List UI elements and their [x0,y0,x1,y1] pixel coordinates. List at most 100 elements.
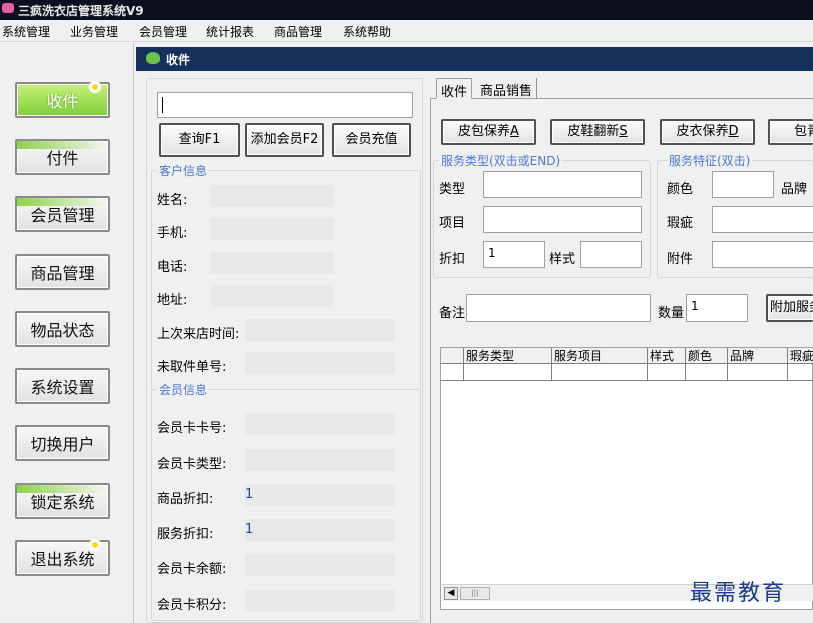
sidebar-item-item-status[interactable]: 物品状态 [15,311,110,347]
card-points-field[interactable] [245,590,395,612]
row-cell-divider [647,364,648,381]
quantity-label: 数量 [658,306,685,321]
sidebar-item-label: 退出系统 [30,550,95,569]
service-grid[interactable]: 服务类型 服务项目 样式 颜色 品牌 瑕疵 [440,347,813,610]
menu-business[interactable]: 业务管理 [70,23,118,40]
card-type-label: 会员卡类型: [157,457,227,472]
column-service-item[interactable]: 服务项目 [551,348,647,364]
button-shortcut: D [728,124,739,139]
add-member-button[interactable]: 添加会员F2 [245,123,324,157]
address-field[interactable] [210,285,334,307]
sidebar-item-member-management[interactable]: 会员管理 [15,196,110,232]
attachment-input[interactable] [712,241,813,268]
grass-decoration [17,141,108,149]
grid-header: 服务类型 服务项目 样式 颜色 品牌 瑕疵 [441,348,813,364]
menu-system[interactable]: 系统管理 [2,23,50,40]
type-input[interactable] [483,171,642,198]
quantity-input[interactable]: 1 [686,294,748,322]
tab-goods-sales[interactable]: 商品销售 [476,78,538,99]
flaw-input[interactable] [712,206,813,233]
leather-bag-care-button[interactable]: 皮包保养A [441,119,536,145]
mobile-field[interactable] [210,218,334,240]
column-style[interactable]: 样式 [647,348,685,364]
goods-discount-label: 商品折扣: [157,492,214,507]
column-color[interactable]: 颜色 [685,348,727,364]
address-label: 地址: [157,293,188,308]
grass-decoration [17,485,108,493]
button-label: 皮鞋翻新 [567,124,620,139]
query-button[interactable]: 查询F1 [159,123,240,157]
sidebar-item-goods-management[interactable]: 商品管理 [15,254,110,290]
bag-service-button[interactable]: 包青 [768,119,813,145]
phone-label: 电话: [157,260,188,275]
panel-title: 收件 [166,53,191,67]
discount-input[interactable]: 1 [483,241,545,268]
card-balance-field[interactable] [245,554,395,576]
customer-info-title: 客户信息 [157,162,210,179]
table-row[interactable] [441,364,813,381]
sidebar-item-lock-system[interactable]: 锁定系统 [15,483,110,519]
row-cell-divider [787,364,788,381]
leather-coat-care-button[interactable]: 皮衣保养D [660,119,755,145]
button-shortcut: A [510,124,519,139]
window-title: 三疯洗衣店管理系统V9 [18,4,144,18]
type-label: 类型 [439,182,466,197]
card-type-field[interactable] [245,449,395,471]
menu-goods[interactable]: 商品管理 [274,23,322,40]
flower-icon [88,80,102,94]
last-visit-field[interactable] [245,319,395,341]
sidebar-item-label: 收件 [46,92,79,111]
sidebar-item-label: 切换用户 [30,435,95,454]
sidebar-item-label: 商品管理 [30,264,95,283]
service-features-title: 服务特征(双击) [667,152,753,169]
unpicked-order-field[interactable] [245,352,395,374]
sidebar-item-label: 系统设置 [30,378,95,397]
card-balance-label: 会员卡余额: [157,562,227,577]
button-label: 皮衣保养 [676,124,729,139]
note-label: 备注 [439,306,466,321]
sidebar-item-label: 会员管理 [30,206,95,225]
color-label: 颜色 [667,182,694,197]
goods-discount-field[interactable]: 1 [245,484,395,506]
leather-shoe-renew-button[interactable]: 皮鞋翻新S [550,119,645,145]
menu-reports[interactable]: 统计报表 [206,23,254,40]
service-discount-label: 服务折扣: [157,527,214,542]
sidebar-item-system-settings[interactable]: 系统设置 [15,368,110,404]
sidebar-item-label: 锁定系统 [30,493,95,512]
menu-help[interactable]: 系统帮助 [343,23,391,40]
row-cell-divider [685,364,686,381]
scrollbar-thumb[interactable]: ||| [460,587,490,600]
name-field[interactable] [210,185,334,207]
search-input[interactable] [157,92,413,118]
service-discount-field[interactable]: 1 [245,519,395,541]
menu-bar: 系统管理 业务管理 会员管理 统计报表 商品管理 系统帮助 [0,20,813,42]
button-shortcut: S [619,124,628,139]
text-caret [162,97,163,113]
item-input[interactable] [483,206,642,233]
note-input[interactable] [466,294,651,322]
leaf-icon [146,52,160,64]
item-label: 项目 [439,216,466,231]
extra-service-button[interactable]: 附加服务 [766,294,813,322]
column-flaw[interactable]: 瑕疵 [787,348,813,364]
row-cell-divider [727,364,728,381]
grass-decoration [17,198,108,206]
sidebar-item-switch-user[interactable]: 切换用户 [15,425,110,461]
color-input[interactable] [712,171,774,198]
scroll-left-arrow-icon[interactable]: ◀ [444,587,458,600]
discount-label: 折扣 [439,252,466,267]
style-input[interactable] [580,241,642,268]
sidebar-item-receive[interactable]: 收件 [15,80,110,118]
column-brand[interactable]: 品牌 [727,348,787,364]
member-recharge-button[interactable]: 会员充值 [332,123,411,157]
column-service-type[interactable]: 服务类型 [463,348,551,364]
tab-receive[interactable]: 收件 [436,78,473,100]
flaw-label: 瑕疵 [667,216,694,231]
last-visit-label: 上次来店时间: [157,327,240,342]
card-number-field[interactable] [245,413,395,435]
menu-member[interactable]: 会员管理 [139,23,187,40]
phone-field[interactable] [210,252,334,274]
sidebar-item-label: 物品状态 [30,321,95,340]
sidebar-item-pickup[interactable]: 付件 [15,139,110,175]
sidebar-item-exit-system[interactable]: 退出系统 [15,538,110,576]
